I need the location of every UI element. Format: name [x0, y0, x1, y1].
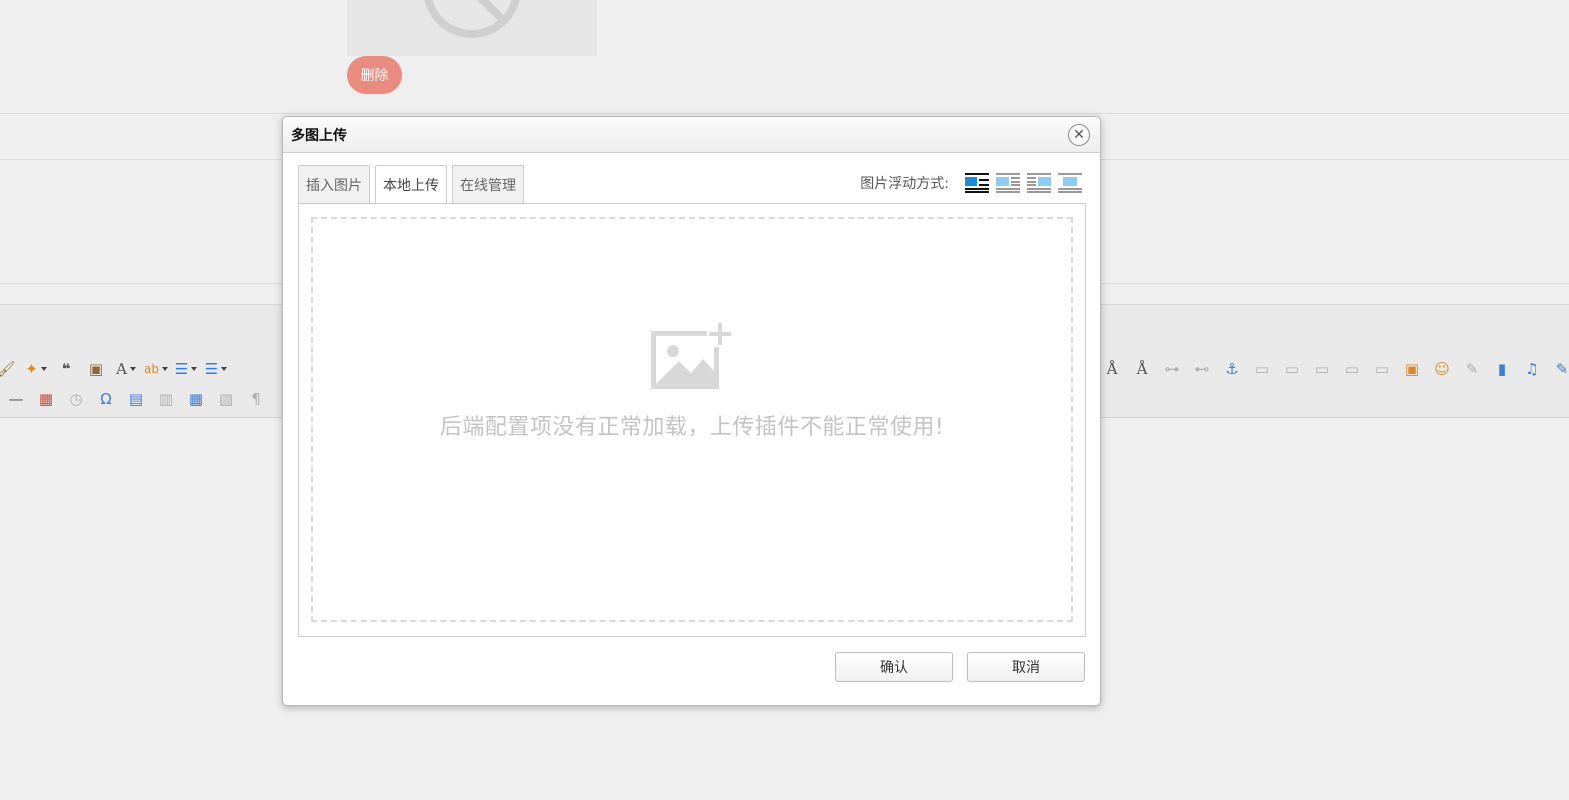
float-label: 图片浮动方式:	[860, 176, 949, 192]
delete-button[interactable]: 删除	[347, 56, 402, 94]
insert-image-icon[interactable]: ▣	[1400, 358, 1424, 380]
align-none-icon[interactable]	[964, 172, 990, 194]
toolbar-row-1-right: Å Å ⊶ ⊷ ⚓ ▭ ▭ ▭ ▭ ▭ ▣ ☺ ✎ ▮ ♫ ✎	[1100, 357, 1569, 381]
upload-dropzone[interactable]: 后端配置项没有正常加载，上传插件不能正常使用!	[311, 217, 1073, 622]
image-float-options: 图片浮动方式:	[860, 172, 1083, 194]
upload-panel: 后端配置项没有正常加载，上传插件不能正常使用!	[298, 203, 1086, 637]
delete-table-icon[interactable]: ▧	[214, 388, 238, 410]
link-icon[interactable]: ⊶	[1160, 358, 1184, 380]
music-icon[interactable]: ♫	[1520, 358, 1544, 380]
multi-image-upload-dialog: 多图上传 ✕ 插入图片 本地上传 在线管理 图片浮动方式: 后端配置项没有正常加…	[282, 116, 1101, 706]
image-center-icon[interactable]: ▭	[1340, 358, 1364, 380]
image-manager-icon[interactable]: ▤	[124, 388, 148, 410]
highlight-icon[interactable]: ab	[144, 358, 168, 380]
insert-table-icon[interactable]: ▦	[184, 388, 208, 410]
toolbar-row-1: 🖌 ✦ ❝ ▣ A ab ☰ ☰	[0, 357, 234, 381]
subscript-icon[interactable]: Å	[1130, 358, 1154, 380]
image-left-icon[interactable]: ▭	[1280, 358, 1304, 380]
unlink-icon[interactable]: ⊷	[1190, 358, 1214, 380]
emotion-icon[interactable]: ☺	[1430, 358, 1454, 380]
tab-local-upload[interactable]: 本地上传	[375, 165, 447, 204]
date-icon[interactable]: ▦	[34, 388, 58, 410]
scrawl-icon[interactable]: ✎	[1460, 358, 1484, 380]
confirm-button[interactable]: 确认	[835, 652, 953, 682]
auto-format-icon[interactable]: ✦	[24, 358, 48, 380]
insert-video-icon[interactable]: ▮	[1490, 358, 1514, 380]
time-icon[interactable]: ◷	[64, 388, 88, 410]
align-left-icon[interactable]	[995, 172, 1021, 194]
format-brush-icon[interactable]: 🖌	[0, 358, 18, 380]
dialog-tabs: 插入图片 本地上传 在线管理	[298, 165, 529, 204]
align-right-icon[interactable]	[1026, 172, 1052, 194]
align-center-icon[interactable]	[1057, 172, 1083, 194]
word-image-icon[interactable]: ▥	[154, 388, 178, 410]
toolbar-row-2: — ▦ ◷ Ω ▤ ▥ ▦ ▧ ¶	[4, 387, 274, 411]
no-image-icon	[424, 0, 520, 38]
insert-paragraph-icon[interactable]: ¶	[244, 388, 268, 410]
add-image-icon	[651, 321, 733, 389]
cancel-button[interactable]: 取消	[967, 652, 1085, 682]
image-right-icon[interactable]: ▭	[1310, 358, 1334, 380]
superscript-icon[interactable]: Å	[1100, 358, 1124, 380]
special-char-icon[interactable]: Ω	[94, 388, 118, 410]
divider	[0, 113, 1569, 114]
close-icon[interactable]: ✕	[1068, 124, 1090, 146]
image-none-icon[interactable]: ▭	[1250, 358, 1274, 380]
tab-online-manage[interactable]: 在线管理	[452, 165, 524, 203]
anchor-icon[interactable]: ⚓	[1220, 358, 1244, 380]
image-preview	[347, 0, 597, 56]
simple-upload-icon[interactable]: ▭	[1370, 358, 1394, 380]
tab-insert-image[interactable]: 插入图片	[298, 165, 370, 203]
dialog-title: 多图上传	[283, 117, 1100, 153]
ordered-list-icon[interactable]: ☰	[174, 358, 198, 380]
unordered-list-icon[interactable]: ☰	[204, 358, 228, 380]
upload-error-message: 后端配置项没有正常加载，上传插件不能正常使用!	[439, 415, 945, 440]
font-color-icon[interactable]: A	[114, 358, 138, 380]
attachment-icon[interactable]: ✎	[1550, 358, 1569, 380]
paste-plain-icon[interactable]: ▣	[84, 358, 108, 380]
blockquote-icon[interactable]: ❝	[54, 358, 78, 380]
horizontal-rule-icon[interactable]: —	[4, 388, 28, 410]
